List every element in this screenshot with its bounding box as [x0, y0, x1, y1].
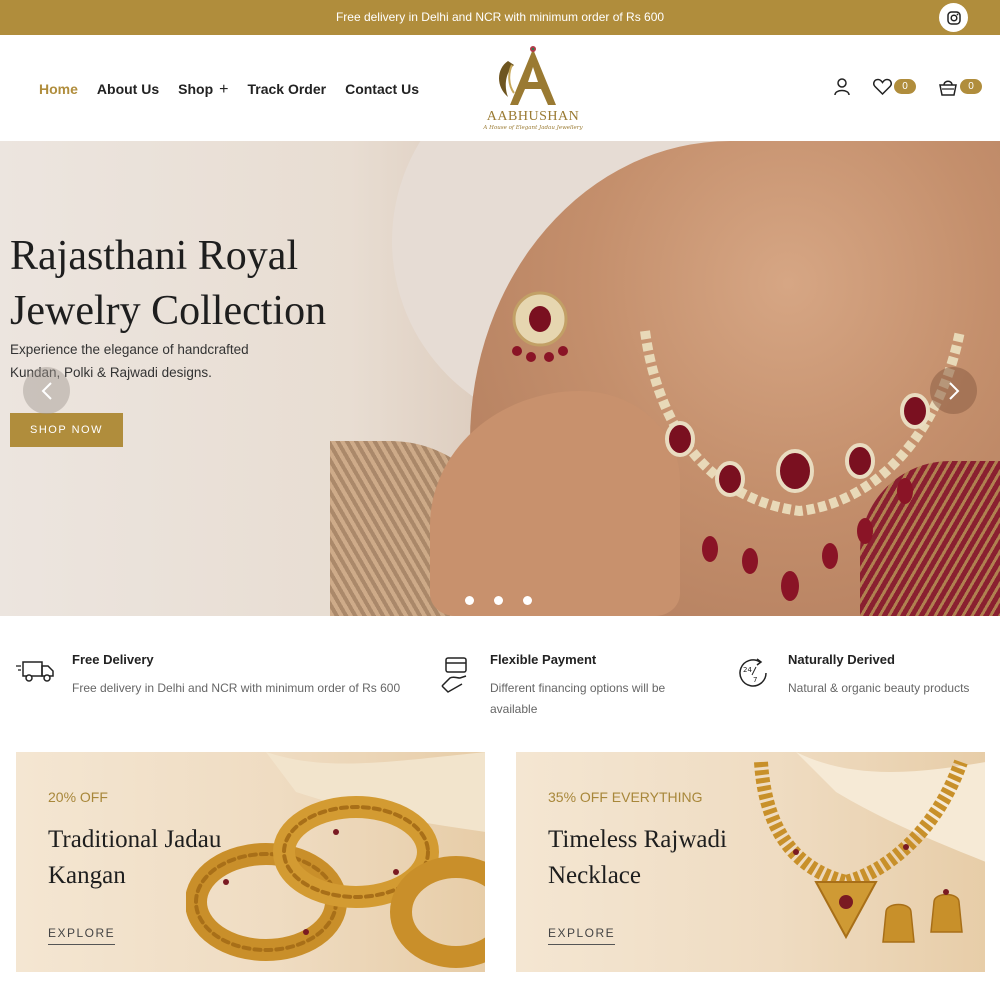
main-nav: Home About Us Shop + Track Order Contact … — [39, 81, 438, 99]
slider-dot-1[interactable] — [465, 596, 474, 605]
feature-desc-line2: available — [490, 702, 538, 716]
instagram-icon[interactable] — [939, 3, 968, 32]
wishlist-count-badge: 0 — [894, 79, 916, 94]
feature-title: Flexible Payment — [490, 652, 597, 667]
rajwadi-necklace-image — [754, 752, 985, 943]
slider-dot-2[interactable] — [494, 596, 503, 605]
shop-now-button[interactable]: SHOP NOW — [10, 413, 123, 447]
hero-title: Rajasthani Royal Jewelry Collection — [10, 229, 390, 339]
feature-desc: Free delivery in Delhi and NCR with mini… — [72, 681, 401, 695]
cart-count-badge: 0 — [960, 79, 982, 94]
announcement-bar: Free delivery in Delhi and NCR with mini… — [0, 0, 1000, 35]
promo-title-line1: Timeless Rajwadi — [548, 826, 727, 853]
slider-next-button[interactable] — [930, 367, 977, 414]
slider-dot-3[interactable] — [523, 596, 532, 605]
site-header: Home About Us Shop + Track Order Contact … — [0, 35, 1000, 141]
site-logo[interactable]: AABHUSHAN A House of Elegant Jadau Jewel… — [478, 43, 588, 135]
clock-24-7-icon: 24 7 — [739, 658, 767, 687]
header-icons: 0 0 — [811, 77, 982, 96]
hero-title-line1: Rajasthani Royal — [10, 233, 299, 279]
svg-text:24: 24 — [743, 666, 752, 674]
promo-banner-necklace[interactable]: 35% OFF EVERYTHING Timeless Rajwadi Neck… — [516, 752, 985, 972]
feature-title: Free Delivery — [72, 652, 154, 667]
kundan-necklace-image — [640, 330, 965, 601]
promo-discount: 35% OFF EVERYTHING — [548, 789, 703, 805]
chevron-left-icon — [41, 381, 52, 400]
feature-desc: Natural & organic beauty products — [788, 681, 970, 695]
feature-desc-line1: Different financing options will be — [490, 681, 666, 695]
explore-link[interactable]: EXPLORE — [548, 926, 616, 945]
nav-contact-us[interactable]: Contact Us — [345, 81, 419, 99]
hero-slider: Rajasthani Royal Jewelry Collection Expe… — [0, 141, 1000, 616]
promo-title: Traditional Jadau Kangan — [48, 822, 248, 894]
promo-title-line2: Necklace — [548, 862, 641, 889]
promo-discount: 20% OFF — [48, 789, 108, 805]
hero-subtitle-line1: Experience the elegance of handcrafted — [10, 342, 249, 357]
slider-dots — [465, 596, 532, 605]
promo-title-line1: Traditional Jadau — [48, 826, 222, 853]
logo-brand-text: AABHUSHAN — [486, 109, 580, 124]
nav-shop-label: Shop — [178, 81, 214, 97]
announcement-text: Free delivery in Delhi and NCR with mini… — [335, 10, 665, 24]
explore-link[interactable]: EXPLORE — [48, 926, 116, 945]
feature-desc: Different financing options will be avai… — [490, 678, 690, 720]
logo-tagline: A House of Elegant Jadau Jewellery — [483, 125, 583, 131]
feature-title: Naturally Derived — [788, 652, 895, 667]
truck-icon — [16, 661, 54, 682]
nav-about-us[interactable]: About Us — [97, 81, 159, 99]
wishlist-button[interactable]: 0 — [873, 78, 916, 95]
basket-icon — [939, 80, 957, 96]
promo-title-line2: Kangan — [48, 862, 126, 889]
logo-emblem-icon — [499, 46, 556, 105]
promo-title: Timeless Rajwadi Necklace — [548, 822, 748, 894]
promo-banner-kangan[interactable]: 20% OFF Traditional Jadau Kangan EXPLORE — [16, 752, 485, 972]
cart-button[interactable]: 0 — [938, 78, 982, 96]
chevron-right-icon — [948, 381, 959, 400]
features-row: Free Delivery Free delivery in Delhi and… — [0, 616, 1000, 750]
account-icon[interactable] — [833, 77, 851, 96]
card-hand-icon — [441, 657, 467, 693]
plus-icon: + — [219, 81, 229, 98]
nav-shop[interactable]: Shop + — [178, 81, 228, 99]
slider-prev-button[interactable] — [23, 367, 70, 414]
ring-image — [512, 291, 568, 362]
heart-icon — [873, 78, 892, 95]
nav-home[interactable]: Home — [39, 81, 78, 99]
nav-track-order[interactable]: Track Order — [247, 81, 326, 99]
svg-text:7: 7 — [753, 676, 757, 684]
hero-title-line2: Jewelry Collection — [10, 288, 327, 334]
